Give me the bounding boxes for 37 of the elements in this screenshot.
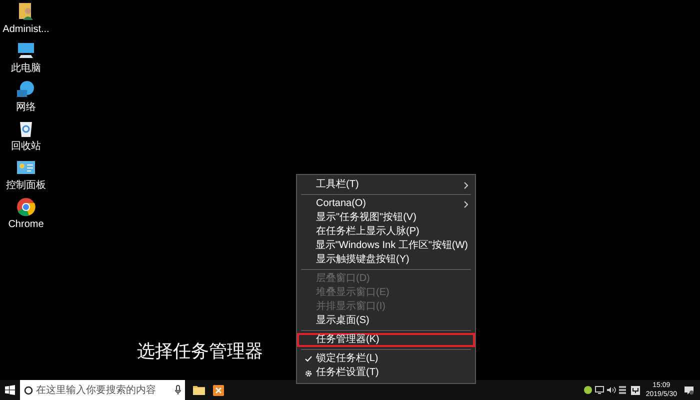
grid-icon[interactable]	[618, 386, 626, 394]
chrome-icon[interactable]	[16, 197, 36, 217]
menu-item[interactable]: 显示"任务视图"按钮(V)	[297, 211, 475, 225]
computer-icon[interactable]	[16, 41, 36, 61]
menu-item[interactable]: 任务栏设置(T)	[297, 366, 475, 380]
user-icon[interactable]	[16, 2, 36, 22]
menu-item[interactable]: 显示触摸键盘按钮(Y)	[297, 253, 475, 267]
desktop-icon-label[interactable]: 网络	[16, 102, 36, 113]
search-field[interactable]: 在这里输入你要搜索的内容	[20, 380, 185, 400]
app-icon[interactable]	[213, 384, 224, 396]
search-circle-icon	[24, 386, 33, 394]
notification-icon[interactable]	[684, 386, 694, 394]
desktop-icon-label[interactable]: Chrome	[8, 219, 44, 230]
menu-item[interactable]: 工具栏(T)	[297, 178, 475, 192]
settings-icon	[304, 370, 312, 376]
desktop-icon-label[interactable]: 控制面板	[6, 180, 46, 191]
desktop-icon-label[interactable]: Administ...	[2, 24, 50, 35]
speaker-icon[interactable]	[606, 386, 616, 394]
menu-item[interactable]: 任务管理器(K)	[297, 333, 475, 347]
desktop-icon-label[interactable]: 回收站	[11, 141, 41, 152]
menu-item[interactable]: 显示桌面(S)	[297, 314, 475, 328]
video-caption: 选择任务管理器	[137, 340, 263, 363]
chevron-right-icon	[464, 182, 468, 188]
network-icon[interactable]	[16, 80, 36, 100]
menu-item[interactable]: 显示"Windows Ink 工作区"按钮(W)	[297, 239, 475, 253]
windows-start-icon[interactable]	[5, 385, 15, 395]
status-badge-icon[interactable]	[584, 386, 592, 394]
menu-item[interactable]: Cortana(O)	[297, 197, 475, 211]
folder-icon[interactable]	[193, 385, 205, 395]
microphone-icon[interactable]	[175, 385, 181, 395]
checkmark-icon	[304, 356, 312, 362]
desktop-icon-label[interactable]: 此电脑	[11, 63, 41, 74]
monitor-icon[interactable]	[594, 386, 604, 394]
chevron-right-icon	[464, 200, 468, 208]
menu-item[interactable]: 锁定任务栏(L)	[297, 352, 475, 366]
menu-item[interactable]: 在任务栏上显示人脉(P)	[297, 225, 475, 239]
keyboard-layout-icon[interactable]	[630, 386, 640, 394]
